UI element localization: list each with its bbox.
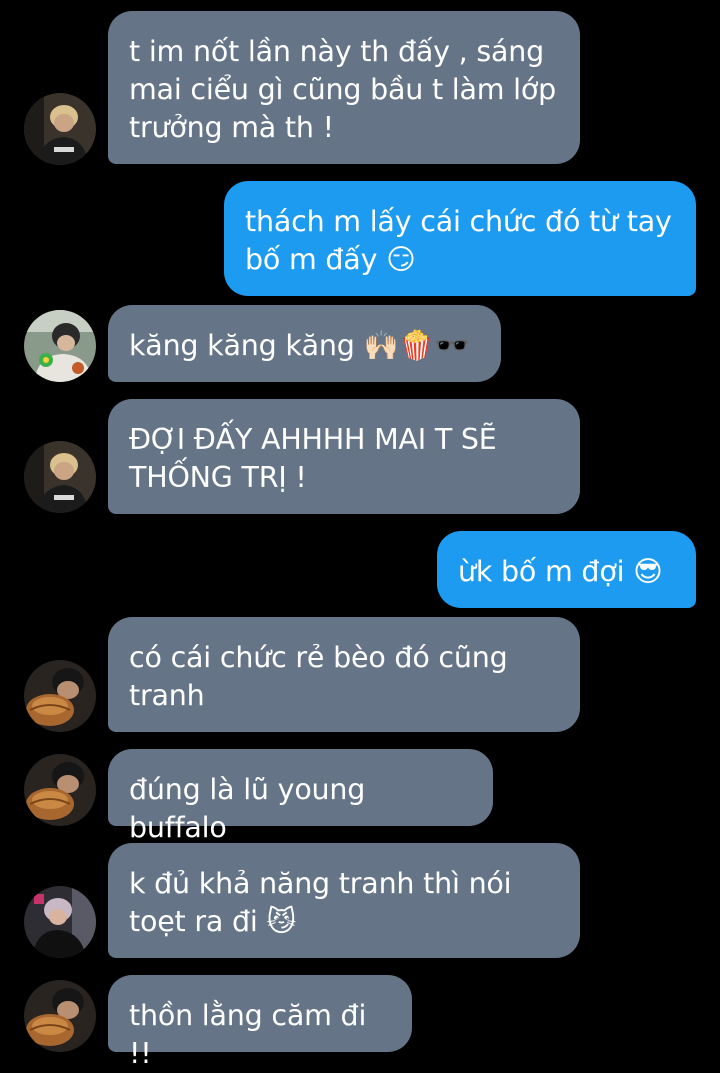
food-eating-avatar-icon [24, 980, 96, 1052]
avatar[interactable] [24, 980, 96, 1052]
avatar[interactable] [24, 93, 96, 165]
avatar[interactable] [24, 310, 96, 382]
message-bubble[interactable]: k đủ khả năng tranh thì nói toẹt ra đi 😼 [108, 843, 580, 958]
food-eating-avatar-icon [24, 660, 96, 732]
avatar[interactable] [24, 660, 96, 732]
green-flower-avatar-icon [24, 310, 96, 382]
chat-thread[interactable]: t im nốt lần này th đấy , sáng mai ciểu … [0, 0, 720, 1070]
message-bubble[interactable]: thồn lằng căm đi !! [108, 975, 412, 1070]
avatar[interactable] [24, 754, 96, 826]
message-bubble[interactable]: t im nốt lần này th đấy , sáng mai ciểu … [108, 11, 580, 164]
message-bubble[interactable]: kăng kăng kăng 🙌🏻🍿🕶️ [108, 305, 501, 382]
blonde-hoodie-avatar-icon [24, 441, 96, 513]
message-bubble[interactable]: ừk bố m đợi 😎 [437, 531, 696, 608]
dark-jacket-avatar-icon [24, 886, 96, 958]
avatar[interactable] [24, 886, 96, 958]
blonde-hoodie-avatar-icon [24, 93, 96, 165]
message-bubble[interactable]: ĐỢI ĐẤY AHHHH MAI T SẼ THỐNG TRỊ ! [108, 399, 580, 514]
food-eating-avatar-icon [24, 754, 96, 826]
message-bubble[interactable]: đúng là lũ young buffalo [108, 749, 493, 844]
avatar[interactable] [24, 441, 96, 513]
message-bubble[interactable]: thách m lấy cái chức đó từ tay bố m đấy … [224, 181, 696, 296]
message-bubble[interactable]: có cái chức rẻ bèo đó cũng tranh [108, 617, 580, 732]
